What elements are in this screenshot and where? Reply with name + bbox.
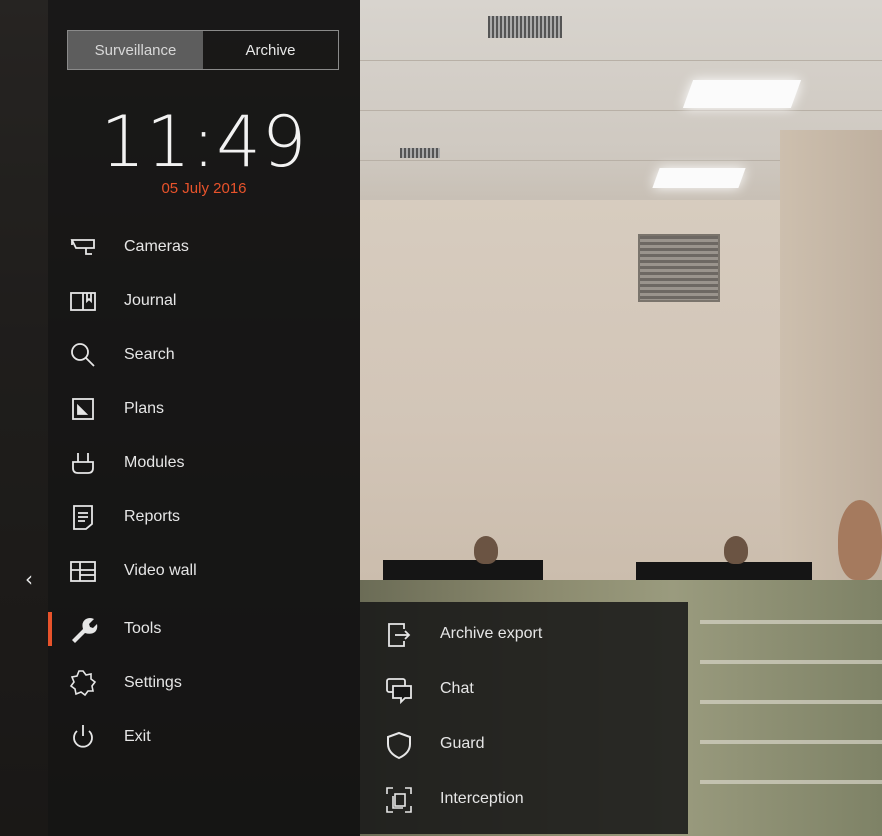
- menu-item-label: Settings: [124, 674, 182, 691]
- tab-archive[interactable]: Archive: [203, 31, 338, 69]
- chat-icon: [384, 675, 414, 705]
- menu-item-plans[interactable]: Plans: [48, 386, 360, 432]
- menu-item-journal[interactable]: Journal: [48, 278, 360, 324]
- menu-item-label: Cameras: [124, 238, 189, 255]
- gear-icon: [68, 668, 98, 698]
- submenu-item-archive-export[interactable]: Archive export: [360, 612, 688, 658]
- submenu-item-interception[interactable]: Interception: [360, 777, 688, 823]
- submenu-item-label: Interception: [440, 790, 524, 807]
- tab-surveillance[interactable]: Surveillance: [68, 31, 203, 69]
- menu-item-label: Journal: [124, 292, 177, 309]
- clock-date: 05 July 2016: [161, 180, 247, 197]
- export-icon: [384, 620, 414, 650]
- submenu-item-guard[interactable]: Guard: [360, 722, 688, 768]
- submenu-item-label: Guard: [440, 735, 485, 752]
- search-icon: [68, 340, 98, 370]
- menu-item-exit[interactable]: Exit: [48, 714, 360, 760]
- chevron-left-icon[interactable]: ‹: [18, 568, 40, 590]
- menu-item-label: Tools: [124, 620, 162, 637]
- wrench-icon: [68, 614, 98, 644]
- plans-icon: [68, 394, 98, 424]
- clock-time: 11:49: [100, 101, 308, 183]
- menu-item-label: Exit: [124, 728, 151, 745]
- mode-switch: Surveillance Archive: [67, 30, 339, 70]
- menu-item-label: Modules: [124, 454, 185, 471]
- power-icon: [68, 722, 98, 752]
- camera-icon: [68, 232, 98, 262]
- menu-item-label: Plans: [124, 400, 165, 417]
- menu-item-search[interactable]: Search: [48, 332, 360, 378]
- plug-icon: [68, 448, 98, 478]
- menu-item-cameras[interactable]: Cameras: [48, 224, 360, 270]
- journal-icon: [68, 286, 98, 316]
- menu-item-settings[interactable]: Settings: [48, 660, 360, 706]
- submenu-item-label: Chat: [440, 680, 474, 697]
- menu-item-label: Reports: [124, 508, 181, 525]
- menu-item-modules[interactable]: Modules: [48, 440, 360, 486]
- submenu-item-chat[interactable]: Chat: [360, 667, 688, 713]
- menu-item-label: Search: [124, 346, 175, 363]
- shield-icon: [384, 730, 414, 760]
- submenu-item-label: Archive export: [440, 625, 543, 642]
- video-wall-icon: [68, 556, 98, 586]
- camera-feed-vent: [638, 234, 720, 302]
- menu-item-tools[interactable]: Tools: [48, 606, 360, 652]
- interception-icon: [384, 785, 414, 815]
- menu-item-video-wall[interactable]: Video wall: [48, 548, 360, 594]
- menu-item-reports[interactable]: Reports: [48, 494, 360, 540]
- tools-submenu: Archive export Chat Guard Interception: [360, 602, 688, 834]
- menu-item-label: Video wall: [124, 562, 197, 579]
- report-icon: [68, 502, 98, 532]
